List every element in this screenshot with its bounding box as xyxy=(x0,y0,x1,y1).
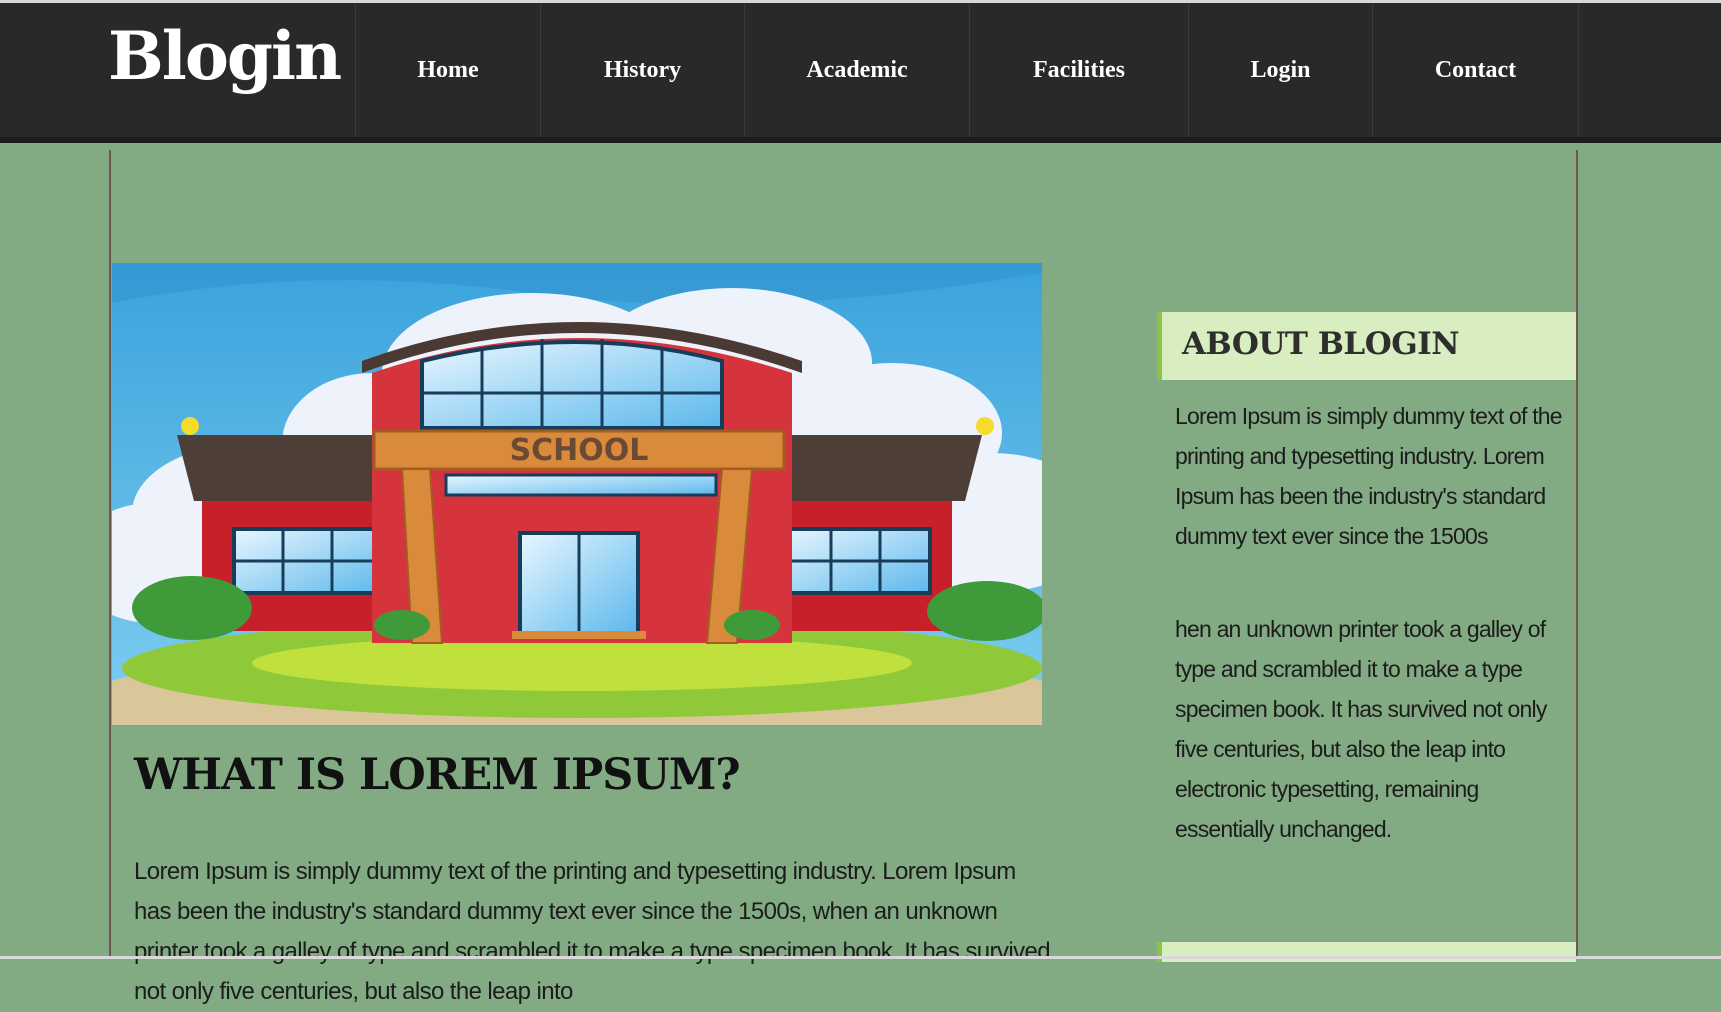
sidebar-heading-box: ABOUT BLOGIN xyxy=(1157,312,1576,380)
nav-history[interactable]: History xyxy=(540,3,744,137)
nav-contact[interactable]: Contact xyxy=(1372,3,1578,137)
nav-login[interactable]: Login xyxy=(1188,3,1372,137)
sidebar-paragraph-2: hen an unknown printer took a galley of … xyxy=(1175,616,1547,842)
svg-text:SCHOOL: SCHOOL xyxy=(510,433,649,468)
school-illustration: SCHOOL xyxy=(112,263,1042,725)
post-body: Lorem Ipsum is simply dummy text of the … xyxy=(134,858,1051,1005)
nav-academic[interactable]: Academic xyxy=(744,3,969,137)
nav-home[interactable]: Home xyxy=(355,3,540,137)
sidebar-paragraph-1: Lorem Ipsum is simply dummy text of the … xyxy=(1175,403,1563,549)
sidebar-title: ABOUT BLOGIN xyxy=(1182,326,1460,362)
post-title: WHAT IS LOREM IPSUM? xyxy=(134,750,741,800)
nav-divider xyxy=(1578,3,1579,137)
navbar: Blogin Home History Academic Facilities … xyxy=(0,3,1721,143)
nav-facilities[interactable]: Facilities xyxy=(969,3,1188,137)
site-logo[interactable]: Blogin xyxy=(108,17,342,95)
sidebar-next-heading-box xyxy=(1157,942,1576,962)
